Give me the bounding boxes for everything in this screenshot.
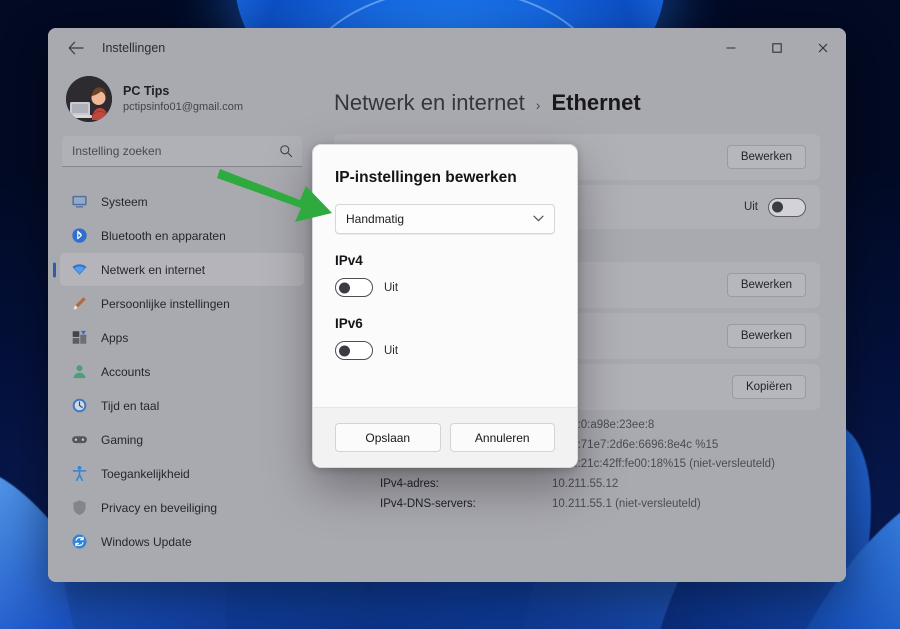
ipv4-state-label: Uit bbox=[384, 281, 399, 294]
ipv6-state-label: Uit bbox=[384, 344, 399, 357]
ipv4-title: IPv4 bbox=[335, 253, 363, 268]
edit-ip-settings-dialog: IP-instellingen bewerken Handmatig IPv4 … bbox=[312, 144, 578, 468]
ip-assignment-select[interactable]: Handmatig bbox=[335, 204, 555, 234]
ipv6-title: IPv6 bbox=[335, 316, 363, 331]
save-button[interactable]: Opslaan bbox=[335, 423, 441, 452]
dialog-title: IP-instellingen bewerken bbox=[335, 169, 517, 186]
dialog-layer: IP-instellingen bewerken Handmatig IPv4 … bbox=[48, 28, 846, 582]
toggle-knob bbox=[339, 345, 350, 356]
cancel-button[interactable]: Annuleren bbox=[449, 423, 555, 452]
ip-assignment-select-value: Handmatig bbox=[346, 212, 405, 226]
ipv6-section: IPv6 Uit bbox=[335, 316, 555, 360]
chevron-down-icon bbox=[533, 214, 544, 224]
toggle-knob bbox=[339, 282, 350, 293]
settings-window: Instellingen PC Tips pctipsinfo01@gmail.… bbox=[48, 28, 846, 582]
ipv4-toggle[interactable] bbox=[335, 278, 373, 297]
dialog-body: IP-instellingen bewerken Handmatig IPv4 … bbox=[313, 145, 577, 407]
dialog-footer: Opslaan Annuleren bbox=[313, 407, 577, 467]
ipv4-section: IPv4 Uit bbox=[335, 253, 555, 297]
ipv6-toggle[interactable] bbox=[335, 341, 373, 360]
